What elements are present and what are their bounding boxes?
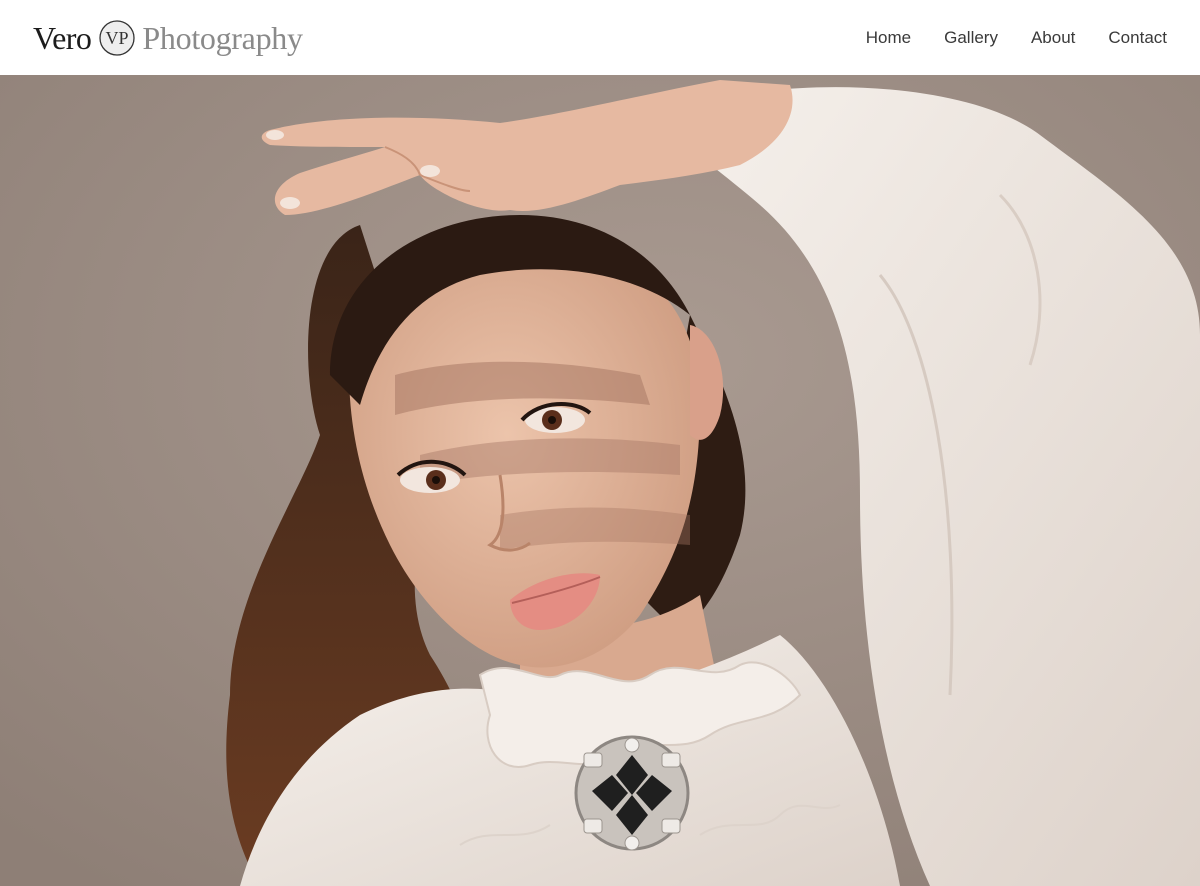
site-header: Vero VP Photography Home Gallery About C… xyxy=(0,0,1200,75)
logo-monogram-text: VP xyxy=(106,28,129,48)
main-nav: Home Gallery About Contact xyxy=(833,0,1167,75)
hero-image xyxy=(0,75,1200,886)
logo-second-word: Photography xyxy=(142,20,303,56)
site-logo[interactable]: Vero VP Photography xyxy=(33,17,303,59)
brooch xyxy=(574,735,690,851)
hero-photo xyxy=(0,75,1200,886)
logo-first-word: Vero xyxy=(33,20,92,56)
nav-contact-link[interactable]: Contact xyxy=(1108,29,1167,46)
nav-gallery-link[interactable]: Gallery xyxy=(944,29,998,46)
logo-monogram-icon: VP xyxy=(99,20,136,56)
nav-home-link[interactable]: Home xyxy=(866,29,911,46)
nav-about-link[interactable]: About xyxy=(1031,29,1075,46)
